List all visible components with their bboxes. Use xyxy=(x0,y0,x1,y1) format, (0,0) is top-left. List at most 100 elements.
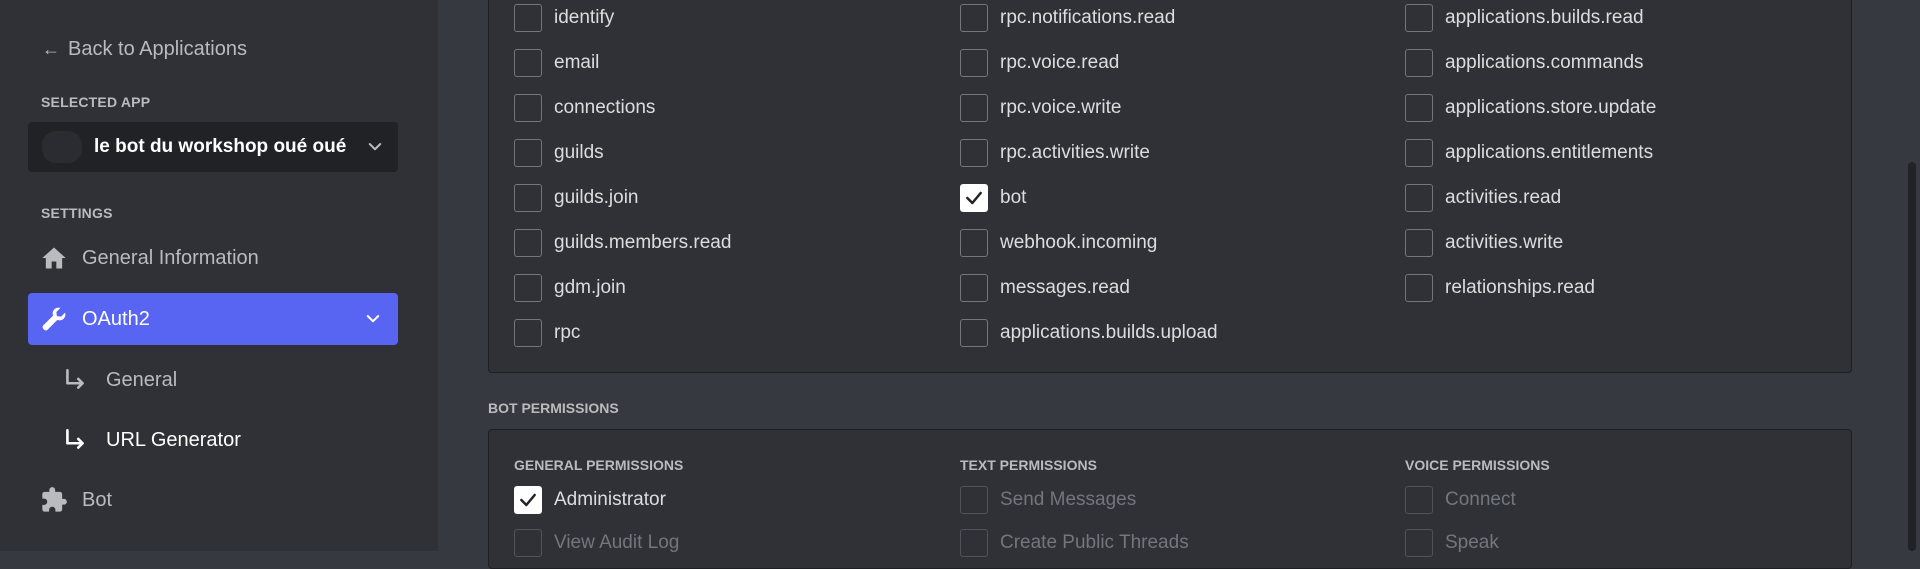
checkbox[interactable] xyxy=(960,49,988,77)
scope-applications-store-update[interactable]: applications.store.update xyxy=(1405,92,1656,124)
checkbox-label: rpc xyxy=(554,322,581,343)
general-permissions-title: GENERAL PERMISSIONS xyxy=(514,457,684,473)
checkbox[interactable] xyxy=(514,49,542,77)
scope-guilds[interactable]: guilds xyxy=(514,137,604,169)
puzzle-icon xyxy=(42,487,67,512)
checkbox[interactable] xyxy=(960,94,988,122)
checkbox-label: activities.write xyxy=(1445,232,1564,253)
wrench-icon xyxy=(42,307,66,331)
scope-connections[interactable]: connections xyxy=(514,92,655,124)
checkbox[interactable] xyxy=(514,139,542,167)
scope-activities-read[interactable]: activities.read xyxy=(1405,182,1561,214)
checkbox-label: bot xyxy=(1000,187,1027,208)
checkbox-label: gdm.join xyxy=(554,277,626,298)
scope-applications-commands[interactable]: applications.commands xyxy=(1405,47,1644,79)
scope-gdm-join[interactable]: gdm.join xyxy=(514,272,626,304)
checkbox[interactable] xyxy=(1405,94,1433,122)
checkbox xyxy=(960,486,988,514)
sidebar-item-label: Bot xyxy=(82,488,113,511)
checkbox[interactable] xyxy=(1405,274,1433,302)
back-to-applications-link[interactable]: ← Back to Applications xyxy=(42,38,247,61)
checkbox[interactable] xyxy=(1405,4,1433,32)
checkmark-icon xyxy=(966,191,982,205)
scope-guilds-join[interactable]: guilds.join xyxy=(514,182,639,214)
checkbox[interactable] xyxy=(960,184,988,212)
sidebar-item-bot[interactable]: Bot xyxy=(28,474,398,526)
scope-applications-builds-read[interactable]: applications.builds.read xyxy=(1405,2,1644,34)
scope-activities-write[interactable]: activities.write xyxy=(1405,227,1563,259)
sidebar-item-oauth2[interactable]: OAuth2 xyxy=(28,293,398,345)
checkbox-label: activities.read xyxy=(1445,187,1562,208)
scope-messages-read[interactable]: messages.read xyxy=(960,272,1130,304)
back-link-label: Back to Applications xyxy=(68,38,247,60)
scope-rpc-activities-write[interactable]: rpc.activities.write xyxy=(960,137,1150,169)
app-avatar xyxy=(42,131,82,163)
app-selector[interactable]: le bot du workshop oué oué xyxy=(28,122,398,172)
checkbox[interactable] xyxy=(514,229,542,257)
checkbox[interactable] xyxy=(514,274,542,302)
checkbox-label: applications.builds.read xyxy=(1445,7,1644,28)
scope-applications-builds-upload[interactable]: applications.builds.upload xyxy=(960,317,1218,349)
permission-speak: Speak xyxy=(1405,527,1499,559)
sidebar-subitem-url-generator[interactable]: URL Generator xyxy=(62,418,241,462)
chevron-down-icon xyxy=(366,315,380,323)
checkbox-label: applications.builds.upload xyxy=(1000,322,1218,343)
checkbox-label: relationships.read xyxy=(1445,277,1595,298)
bot-permissions-title: BOT PERMISSIONS xyxy=(488,400,619,416)
checkbox-label: identify xyxy=(554,7,615,28)
checkbox-label: messages.read xyxy=(1000,277,1130,298)
checkbox-label: rpc.voice.write xyxy=(1000,97,1122,118)
checkbox-label: connections xyxy=(554,97,656,118)
scope-relationships-read[interactable]: relationships.read xyxy=(1405,272,1595,304)
sidebar-subitem-label: General xyxy=(106,368,178,391)
checkbox[interactable] xyxy=(514,94,542,122)
sidebar-subitem-general[interactable]: General xyxy=(62,358,177,402)
checkbox[interactable] xyxy=(1405,139,1433,167)
scope-rpc-voice-write[interactable]: rpc.voice.write xyxy=(960,92,1121,124)
scope-rpc-voice-read[interactable]: rpc.voice.read xyxy=(960,47,1119,79)
scrollbar[interactable] xyxy=(1908,162,1916,551)
checkbox-label: applications.entitlements xyxy=(1445,142,1654,163)
checkbox-label: guilds.join xyxy=(554,187,639,208)
checkbox-label: rpc.notifications.read xyxy=(1000,7,1176,28)
checkbox[interactable] xyxy=(960,319,988,347)
checkbox[interactable] xyxy=(960,139,988,167)
checkbox[interactable] xyxy=(1405,184,1433,212)
checkbox-label: applications.store.update xyxy=(1445,97,1657,118)
scope-identify[interactable]: identify xyxy=(514,2,614,34)
checkbox xyxy=(514,529,542,557)
sidebar-item-general-information[interactable]: General Information xyxy=(28,232,398,284)
scope-email[interactable]: email xyxy=(514,47,599,79)
permission-create-public-threads: Create Public Threads xyxy=(960,527,1189,559)
settings-label: SETTINGS xyxy=(41,205,113,221)
home-icon xyxy=(42,247,66,269)
checkbox[interactable] xyxy=(514,184,542,212)
sub-arrow-icon xyxy=(66,428,84,449)
checkbox xyxy=(960,529,988,557)
permission-view-audit-log: View Audit Log xyxy=(514,527,679,559)
checkbox[interactable] xyxy=(960,229,988,257)
scope-guilds-members-read[interactable]: guilds.members.read xyxy=(514,227,731,259)
scope-applications-entitlements[interactable]: applications.entitlements xyxy=(1405,137,1653,169)
sidebar-subitem-label: URL Generator xyxy=(106,428,241,451)
arrow-left-icon: ← xyxy=(42,39,60,59)
scope-rpc[interactable]: rpc xyxy=(514,317,580,349)
checkbox-label: guilds xyxy=(554,142,604,163)
checkbox[interactable] xyxy=(514,319,542,347)
permission-administrator[interactable]: Administrator xyxy=(514,484,666,516)
scope-bot[interactable]: bot xyxy=(960,182,1026,214)
checkbox[interactable] xyxy=(1405,229,1433,257)
checkbox[interactable] xyxy=(514,486,542,514)
sidebar-item-label: OAuth2 xyxy=(82,307,150,330)
checkbox[interactable] xyxy=(960,4,988,32)
checkbox xyxy=(1405,529,1433,557)
checkbox-label: webhook.incoming xyxy=(1000,232,1158,253)
checkbox[interactable] xyxy=(514,4,542,32)
scope-webhook-incoming[interactable]: webhook.incoming xyxy=(960,227,1157,259)
scope-rpc-notifications-read[interactable]: rpc.notifications.read xyxy=(960,2,1175,34)
checkbox[interactable] xyxy=(960,274,988,302)
checkbox-label: guilds.members.read xyxy=(554,232,732,253)
checkbox-label: applications.commands xyxy=(1445,52,1644,73)
checkbox-label: Send Messages xyxy=(1000,489,1137,510)
checkbox[interactable] xyxy=(1405,49,1433,77)
